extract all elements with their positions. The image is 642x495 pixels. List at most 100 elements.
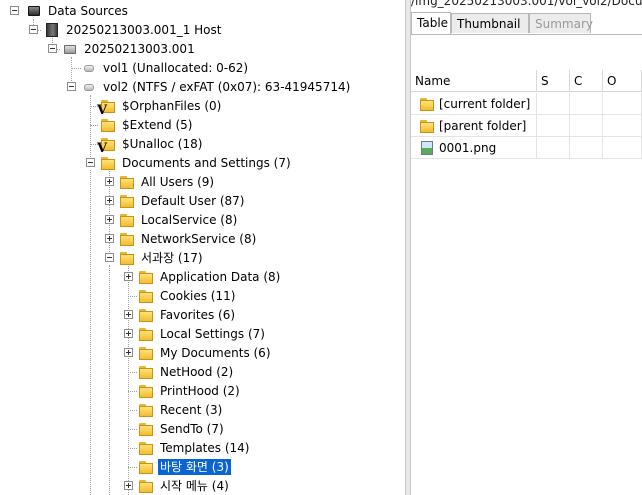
tree-node-desktop-selected[interactable]: 바탕 화면 (3) xyxy=(138,457,231,476)
collapse-toggle-icon[interactable] xyxy=(10,6,19,15)
folder-icon xyxy=(119,174,135,190)
tree-node-networkservice[interactable]: NetworkService (8) xyxy=(119,229,258,248)
folder-icon xyxy=(119,193,135,209)
table-cell xyxy=(537,93,570,115)
collapse-toggle-icon[interactable] xyxy=(29,25,38,34)
table-cell xyxy=(537,115,570,137)
folder-icon xyxy=(419,118,435,134)
tree-node-label: Application Data (8) xyxy=(160,269,281,284)
expand-toggle-icon[interactable] xyxy=(124,310,133,319)
folder-icon xyxy=(138,440,154,456)
tree-node-label: Data Sources xyxy=(48,3,128,18)
tree-node-cookies[interactable]: Cookies (11) xyxy=(138,286,237,305)
tree-node-data-sources[interactable]: Data Sources xyxy=(26,1,130,20)
expand-toggle-icon[interactable] xyxy=(105,215,114,224)
column-header-o[interactable]: O xyxy=(603,70,642,92)
collapse-toggle-icon[interactable] xyxy=(48,44,57,53)
virtual-mark: V xyxy=(97,102,108,118)
image-file-icon xyxy=(419,140,435,156)
folder-icon xyxy=(138,326,154,342)
tree-node-localservice[interactable]: LocalService (8) xyxy=(119,210,239,229)
tree-line xyxy=(128,296,137,297)
tree-node-label: Local Settings (7) xyxy=(160,326,265,341)
expand-toggle-icon[interactable] xyxy=(105,196,114,205)
expand-toggle-icon[interactable] xyxy=(124,348,133,357)
table-row[interactable]: 0001.png xyxy=(411,137,642,159)
tab-table[interactable]: Table xyxy=(411,12,451,34)
folder-icon xyxy=(138,364,154,380)
folder-icon xyxy=(138,345,154,361)
collapse-toggle-icon[interactable] xyxy=(86,158,95,167)
tree-node-vol1[interactable]: vol1 (Unallocated: 0-62) xyxy=(81,58,250,77)
tree-node-label: Templates (14) xyxy=(160,440,250,455)
tree-node-user-folder[interactable]: 서과장 (17) xyxy=(119,248,205,267)
tree-node-recent[interactable]: Recent (3) xyxy=(138,400,224,419)
virtual-folder-icon: V xyxy=(97,98,116,118)
disk-image-icon xyxy=(62,41,78,57)
folder-icon xyxy=(419,96,435,112)
tree-node-local-settings[interactable]: Local Settings (7) xyxy=(138,324,267,343)
viewer-tabs: Table Thumbnail Summary xyxy=(411,12,642,35)
volume-icon xyxy=(81,60,97,76)
table-cell xyxy=(603,137,642,159)
table-row[interactable]: [parent folder] xyxy=(411,115,642,137)
folder-icon xyxy=(138,307,154,323)
collapse-toggle-icon[interactable] xyxy=(105,253,114,262)
tree-node-label: My Documents (6) xyxy=(160,345,271,360)
expand-toggle-icon[interactable] xyxy=(105,234,114,243)
tree-node-application-data[interactable]: Application Data (8) xyxy=(138,267,282,286)
tab-summary: Summary xyxy=(529,13,593,33)
result-viewer: /img_20250213003.001/vol_vol2/Documents … xyxy=(411,0,642,495)
column-header-c[interactable]: C xyxy=(570,70,603,92)
file-name: [parent folder] xyxy=(439,118,527,133)
tree-node-favorites[interactable]: Favorites (6) xyxy=(138,305,237,324)
tree-node-all-users[interactable]: All Users (9) xyxy=(119,172,216,191)
tree-node-label: $OrphanFiles (0) xyxy=(122,98,222,113)
tree-node-sendto[interactable]: SendTo (7) xyxy=(138,419,226,438)
table-cell xyxy=(570,115,603,137)
expand-toggle-icon[interactable] xyxy=(124,272,133,281)
tree-node-label: LocalService (8) xyxy=(141,212,238,227)
tree-line xyxy=(109,265,110,495)
tree-node-label: 바탕 화면 (3) xyxy=(158,458,231,475)
column-header-name[interactable]: Name xyxy=(411,70,537,92)
tree-node-documents-and-settings[interactable]: Documents and Settings (7) xyxy=(100,153,293,172)
tree-node-label: All Users (9) xyxy=(141,174,215,189)
virtual-folder-icon: V xyxy=(97,136,116,156)
collapse-toggle-icon[interactable] xyxy=(67,82,76,91)
folder-icon xyxy=(138,459,154,475)
tree-node-my-documents[interactable]: My Documents (6) xyxy=(138,343,273,362)
tree-node-orphanfiles[interactable]: V $OrphanFiles (0) xyxy=(97,96,223,118)
tree-line xyxy=(90,125,98,126)
tree-node-printhood[interactable]: PrintHood (2) xyxy=(138,381,242,400)
folder-icon xyxy=(138,269,154,285)
tab-thumbnail[interactable]: Thumbnail xyxy=(451,13,529,33)
tree-line xyxy=(128,391,137,392)
tree-node-host[interactable]: 20250213003.001_1 Host xyxy=(44,20,223,39)
tree-node-label: NetworkService (8) xyxy=(141,231,257,246)
column-header-s[interactable]: S xyxy=(537,70,570,92)
expand-toggle-icon[interactable] xyxy=(105,177,114,186)
tree-node-vol2[interactable]: vol2 (NTFS / exFAT (0x07): 63-41945714) xyxy=(81,77,352,96)
tree-node-unalloc[interactable]: V $Unalloc (18) xyxy=(97,134,204,156)
table-row[interactable]: [current folder] xyxy=(411,93,642,115)
expand-toggle-icon[interactable] xyxy=(124,329,133,338)
tree-node-start-menu[interactable]: 시작 메뉴 (4) xyxy=(138,476,231,495)
tree-node-nethood[interactable]: NetHood (2) xyxy=(138,362,235,381)
tree-node-default-user[interactable]: Default User (87) xyxy=(119,191,246,210)
tree-node-disk-image[interactable]: 20250213003.001 xyxy=(62,39,197,58)
tree-node-label: 서과장 (17) xyxy=(141,250,203,265)
tree-node-extend[interactable]: $Extend (5) xyxy=(100,115,194,134)
tree-line xyxy=(128,467,137,468)
folder-icon xyxy=(119,212,135,228)
table-cell xyxy=(603,115,642,137)
tree-node-templates[interactable]: Templates (14) xyxy=(138,438,251,457)
tree-node-label: Documents and Settings (7) xyxy=(122,155,291,170)
tree-line xyxy=(128,410,137,411)
virtual-mark: V xyxy=(97,140,108,156)
directory-tree[interactable]: Data Sources 20250213003.001_1 Host 2025… xyxy=(0,0,405,495)
folder-icon xyxy=(100,117,116,133)
expand-toggle-icon[interactable] xyxy=(124,481,133,490)
tree-node-label: Recent (3) xyxy=(160,402,223,417)
tree-node-label: vol2 (NTFS / exFAT (0x07): 63-41945714) xyxy=(103,79,351,94)
